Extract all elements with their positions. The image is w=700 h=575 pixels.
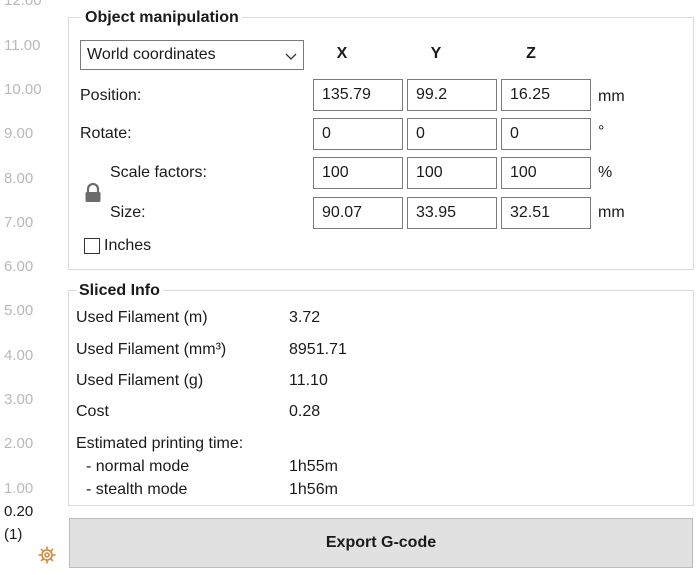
ruler-tick: 5.00 — [4, 302, 34, 319]
axis-x-label: X — [336, 45, 348, 62]
ruler-tick: 11.00 — [4, 37, 41, 54]
axis-y-label: Y — [430, 45, 442, 62]
ruler-tick: 10.00 — [4, 81, 42, 98]
scale-x-field[interactable]: 100 — [313, 157, 403, 189]
position-unit: mm — [598, 88, 625, 105]
object-manipulation-title: Object manipulation — [82, 9, 242, 27]
coordinate-mode-value: World coordinates — [87, 46, 216, 63]
position-z-field[interactable]: 16.25 — [501, 79, 591, 111]
used-filament-g-value: 11.10 — [289, 372, 328, 389]
position-x-field[interactable]: 135.79 — [313, 79, 403, 111]
ruler-tick: 12.00 — [4, 0, 42, 9]
normal-mode-label: - normal mode — [86, 458, 190, 475]
inches-label: Inches — [104, 237, 152, 254]
chevron-down-icon — [285, 53, 297, 60]
scale-z-field[interactable]: 100 — [501, 157, 591, 189]
used-filament-mm3-value: 8951.71 — [289, 341, 347, 358]
position-label: Position: — [80, 87, 142, 104]
size-y-field[interactable]: 33.95 — [407, 197, 497, 229]
rotate-unit: ° — [598, 123, 605, 140]
inches-checkbox[interactable] — [84, 238, 100, 254]
coordinate-mode-select[interactable]: World coordinates — [80, 40, 304, 70]
layer-ruler[interactable]: 12.00 11.00 10.00 9.00 8.00 7.00 6.00 5.… — [0, 0, 62, 575]
used-filament-m-label: Used Filament (m) — [76, 309, 208, 326]
cost-value: 0.28 — [289, 403, 321, 420]
stealth-mode-label: - stealth mode — [86, 481, 188, 498]
ruler-tick: 1.00 — [4, 480, 34, 497]
rotate-z-field[interactable]: 0 — [501, 118, 591, 150]
axis-z-label: Z — [526, 45, 536, 62]
ruler-tick: 6.00 — [4, 258, 34, 275]
ruler-tick: 7.00 — [4, 214, 34, 231]
gear-icon[interactable] — [37, 545, 57, 565]
ruler-tick: 9.00 — [4, 125, 34, 142]
used-filament-m-value: 3.72 — [289, 309, 321, 326]
position-y-field[interactable]: 99.2 — [407, 79, 497, 111]
scale-unit: % — [598, 164, 613, 181]
ruler-tick: 3.00 — [4, 391, 34, 408]
used-filament-g-label: Used Filament (g) — [76, 372, 204, 389]
size-z-field[interactable]: 32.51 — [501, 197, 591, 229]
rotate-label: Rotate: — [80, 125, 132, 142]
normal-mode-value: 1h55m — [289, 458, 338, 475]
estimated-time-label: Estimated printing time: — [76, 435, 244, 452]
used-filament-mm3-label: Used Filament (mm³) — [76, 341, 227, 358]
cost-label: Cost — [76, 403, 109, 420]
export-gcode-button[interactable]: Export G-code — [69, 518, 693, 568]
lock-icon[interactable] — [84, 183, 102, 203]
size-x-field[interactable]: 90.07 — [313, 197, 403, 229]
ruler-tick: 4.00 — [4, 347, 34, 364]
sliced-info-title: Sliced Info — [76, 282, 163, 300]
ruler-tick: 2.00 — [4, 435, 34, 452]
rotate-y-field[interactable]: 0 — [407, 118, 497, 150]
size-unit: mm — [598, 204, 625, 221]
scale-y-field[interactable]: 100 — [407, 157, 497, 189]
scale-factors-label: Scale factors: — [110, 164, 207, 181]
ruler-tick: 8.00 — [4, 170, 34, 187]
rotate-x-field[interactable]: 0 — [313, 118, 403, 150]
size-label: Size: — [110, 204, 146, 221]
current-layer-height: 0.20 — [4, 503, 34, 520]
current-layer-number: (1) — [4, 526, 23, 543]
stealth-mode-value: 1h56m — [289, 481, 338, 498]
